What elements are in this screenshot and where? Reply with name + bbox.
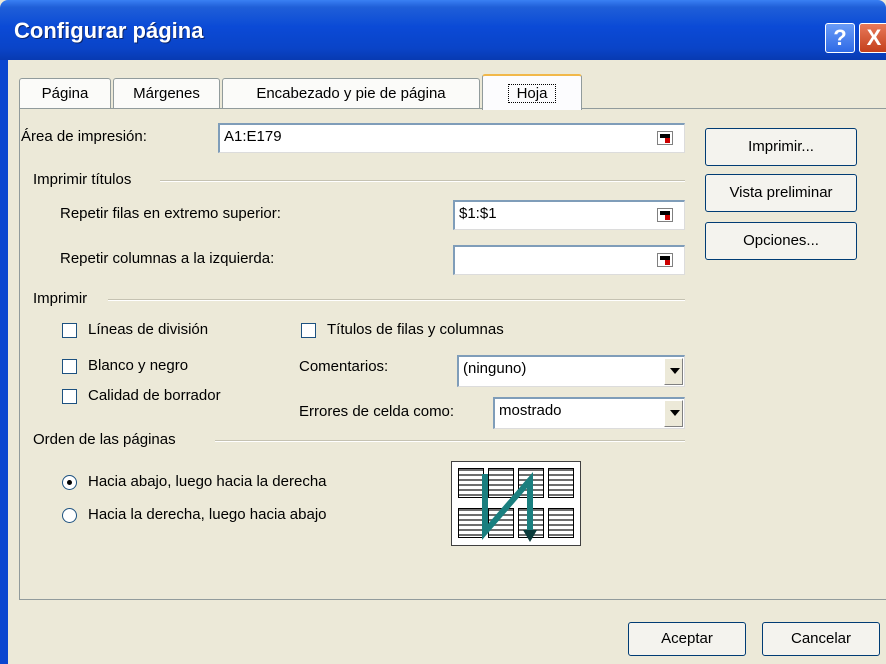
page-order-arrow-icon	[482, 471, 537, 542]
window-frame	[0, 60, 8, 664]
page-order-preview	[451, 461, 581, 546]
tab-hoja[interactable]: Hoja	[482, 74, 582, 110]
print-preview-button[interactable]: Vista preliminar	[705, 174, 857, 212]
collapse-dialog-icon[interactable]	[657, 253, 673, 267]
comments-select[interactable]: (ninguno)	[457, 355, 685, 387]
down-then-over-radio[interactable]	[62, 475, 77, 490]
window-title: Configurar página	[14, 18, 204, 43]
group-divider	[108, 299, 685, 301]
headings-checkbox[interactable]	[301, 323, 316, 338]
print-area-input[interactable]: A1:E179	[218, 123, 685, 153]
options-button[interactable]: Opciones...	[705, 222, 857, 260]
close-button[interactable]: X	[859, 23, 886, 53]
over-then-down-label: Hacia la derecha, luego hacia abajo	[88, 506, 327, 523]
repeat-cols-label: Repetir columnas a la izquierda:	[60, 250, 275, 267]
print-button[interactable]: Imprimir...	[705, 128, 857, 166]
draft-quality-checkbox[interactable]	[62, 389, 77, 404]
headings-label: Títulos de filas y columnas	[327, 321, 504, 338]
tab-hoja-label: Hoja	[507, 84, 557, 103]
ok-button[interactable]: Aceptar	[628, 622, 746, 656]
repeat-rows-label: Repetir filas en extremo superior:	[60, 205, 281, 222]
print-area-label: Área de impresión:	[21, 128, 147, 145]
tab-encabezado[interactable]: Encabezado y pie de página	[222, 78, 480, 108]
print-titles-group-label: Imprimir títulos	[33, 171, 132, 188]
cell-errors-select[interactable]: mostrado	[493, 397, 685, 429]
black-white-checkbox[interactable]	[62, 359, 77, 374]
comments-label: Comentarios:	[299, 358, 389, 375]
tab-margenes[interactable]: Márgenes	[113, 78, 220, 108]
collapse-dialog-icon[interactable]	[657, 131, 673, 145]
tab-pagina[interactable]: Página	[19, 78, 111, 108]
chevron-down-icon[interactable]	[664, 358, 683, 385]
repeat-rows-value: $1:$1	[459, 205, 497, 222]
print-group-label: Imprimir	[33, 290, 88, 307]
help-button[interactable]: ?	[825, 23, 855, 53]
group-divider	[215, 440, 685, 442]
collapse-dialog-icon[interactable]	[657, 208, 673, 222]
title-bar: Configurar página ? X	[0, 0, 886, 60]
comments-value: (ninguno)	[463, 360, 527, 377]
over-then-down-radio[interactable]	[62, 508, 77, 523]
gridlines-checkbox[interactable]	[62, 323, 77, 338]
page-order-group-label: Orden de las páginas	[33, 431, 176, 448]
draft-quality-label: Calidad de borrador	[88, 387, 221, 404]
group-divider	[160, 180, 685, 182]
black-white-label: Blanco y negro	[88, 357, 189, 374]
repeat-cols-input[interactable]	[453, 245, 685, 275]
gridlines-label: Líneas de división	[88, 321, 209, 338]
down-then-over-label: Hacia abajo, luego hacia la derecha	[88, 473, 327, 490]
cancel-button[interactable]: Cancelar	[762, 622, 880, 656]
repeat-rows-input[interactable]: $1:$1	[453, 200, 685, 230]
chevron-down-icon[interactable]	[664, 400, 683, 427]
cell-errors-label: Errores de celda como:	[299, 403, 455, 420]
print-area-value: A1:E179	[224, 128, 282, 145]
cell-errors-value: mostrado	[499, 402, 562, 419]
